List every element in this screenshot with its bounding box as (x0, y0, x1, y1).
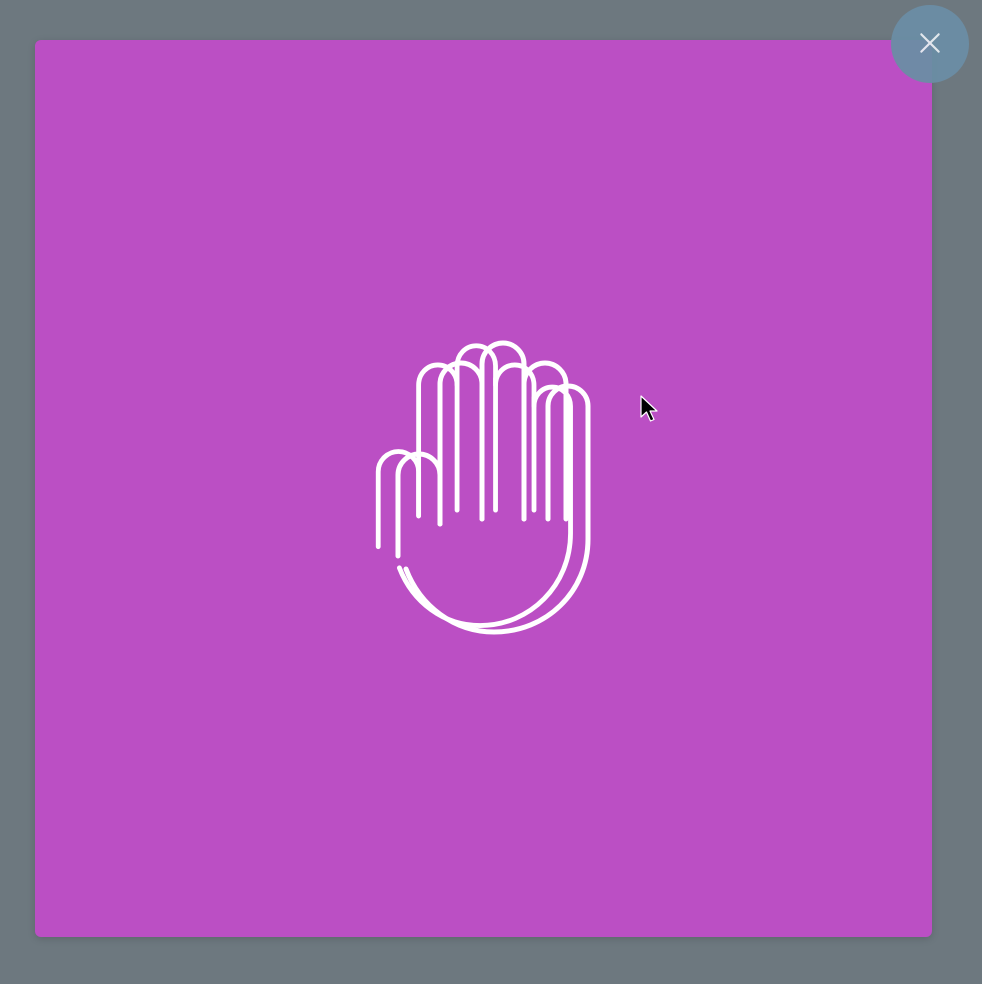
close-button[interactable] (891, 5, 969, 83)
close-icon (917, 30, 943, 59)
hand-icon (364, 344, 604, 634)
modal-panel (35, 40, 932, 937)
